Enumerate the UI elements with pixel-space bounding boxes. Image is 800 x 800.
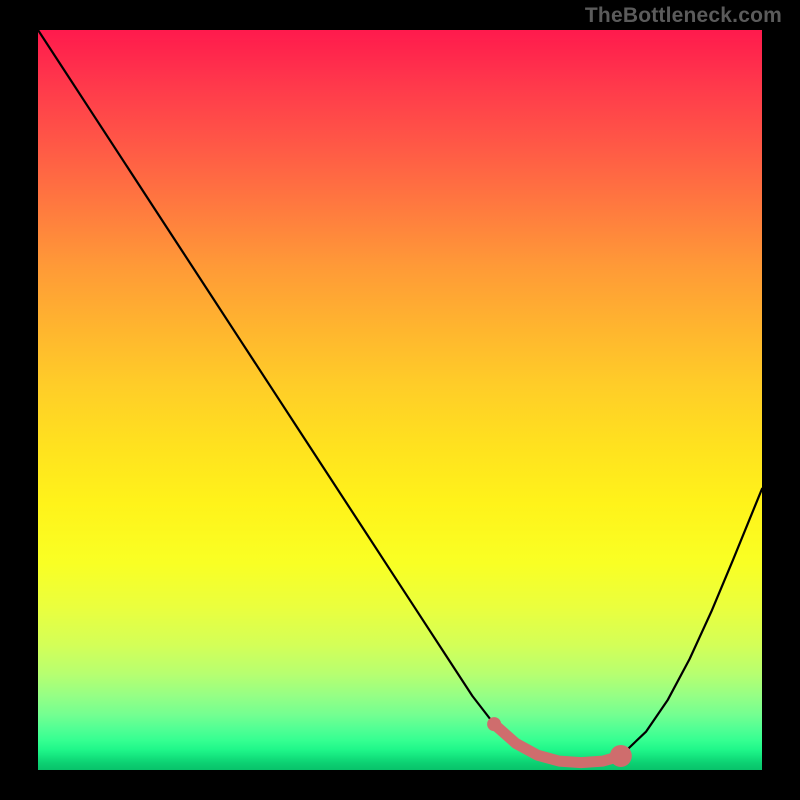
bottleneck-curve-path xyxy=(38,30,762,763)
optimal-segment-path xyxy=(494,724,621,762)
right-dot-marker xyxy=(610,745,632,767)
watermark-text: TheBottleneck.com xyxy=(585,4,782,28)
chart-svg xyxy=(38,30,762,770)
left-dot-marker xyxy=(487,717,501,731)
plot-area xyxy=(38,30,762,770)
chart-frame: TheBottleneck.com xyxy=(0,0,800,800)
